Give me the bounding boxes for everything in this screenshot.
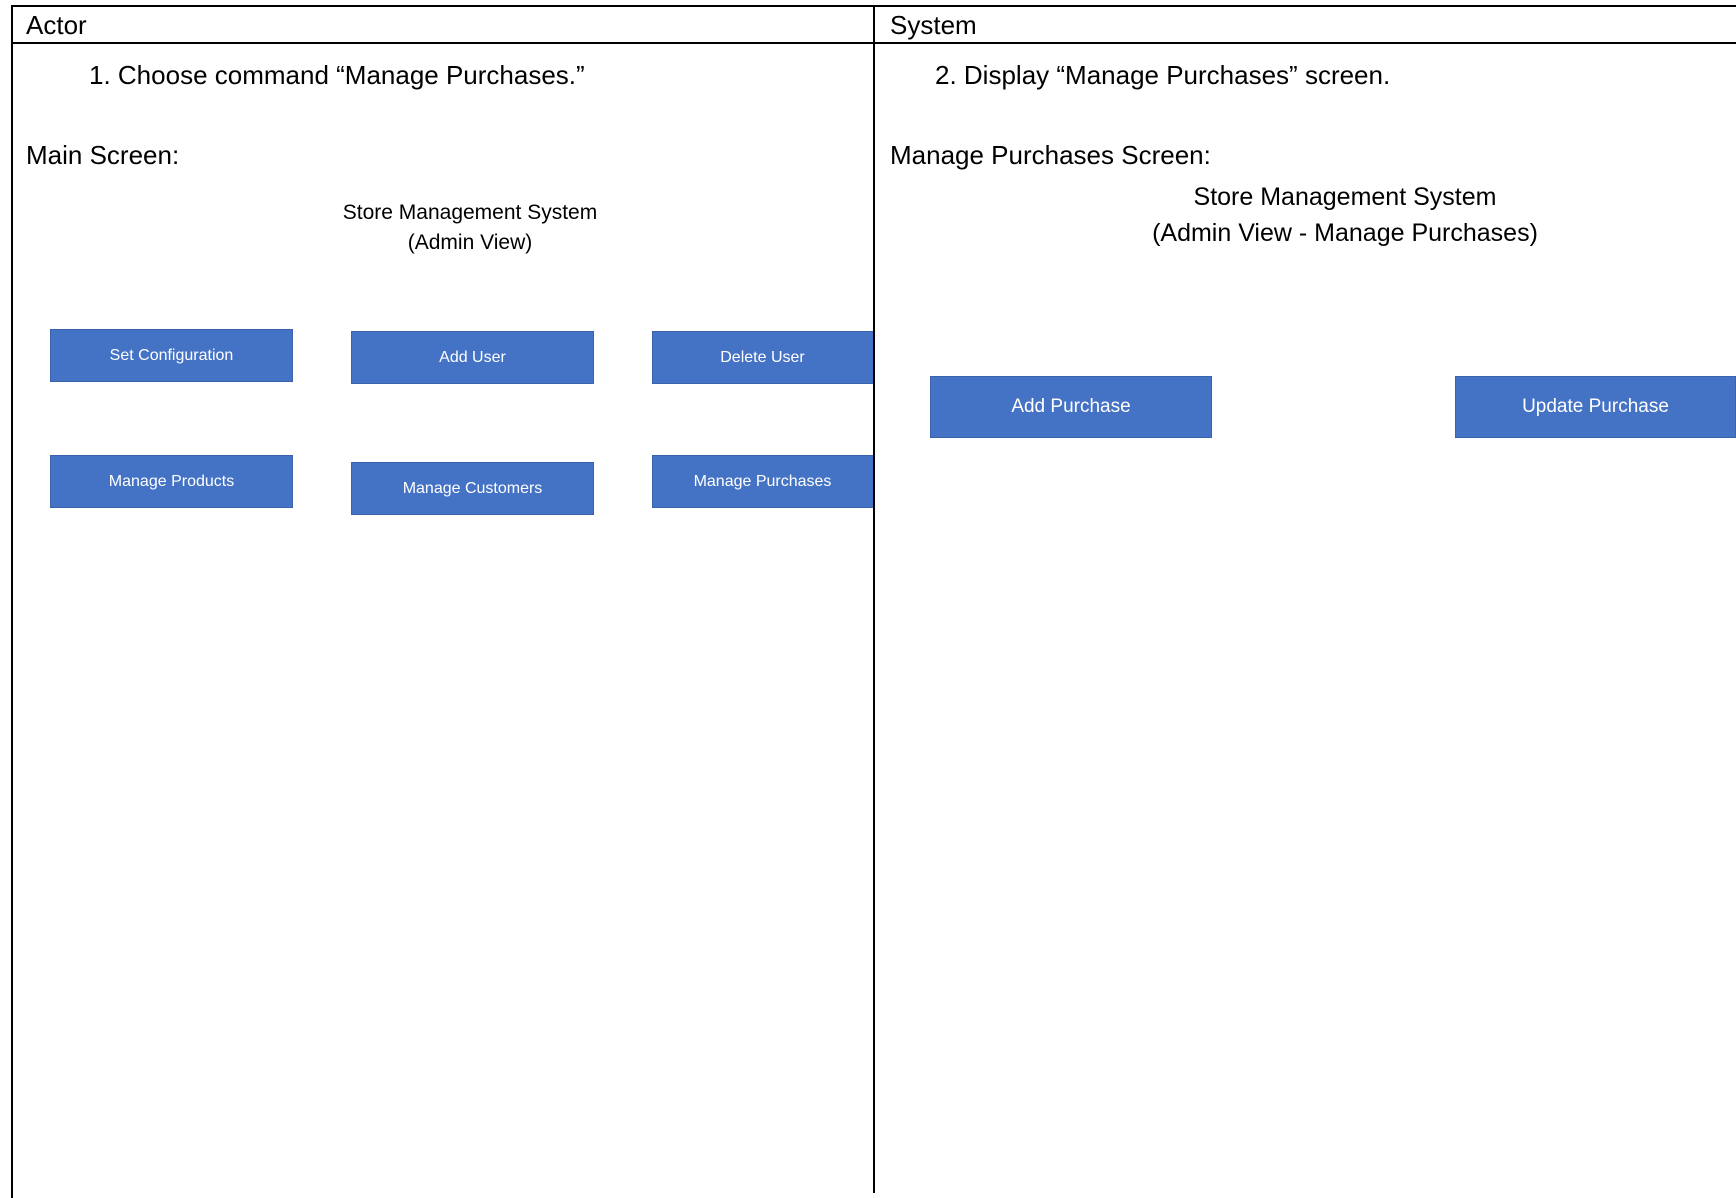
purchases-screen-title: Store Management System (1193, 183, 1497, 211)
update-purchase-button[interactable]: Update Purchase (1455, 376, 1736, 438)
add-purchase-button[interactable]: Add Purchase (930, 376, 1212, 438)
system-step-2: 2. Display “Manage Purchases” screen. (935, 60, 1391, 90)
delete-user-button[interactable]: Delete User (652, 331, 873, 384)
manage-products-button[interactable]: Manage Products (50, 455, 293, 508)
main-screen-title: Store Management System (342, 201, 598, 224)
main-screen-mockup: Store Management System (Admin View) Set… (0, 0, 873, 1193)
set-configuration-button[interactable]: Set Configuration (50, 329, 293, 382)
manage-purchases-button[interactable]: Manage Purchases (652, 455, 873, 508)
add-user-button[interactable]: Add User (351, 331, 594, 384)
column-divider (873, 5, 875, 1193)
main-screen-subtitle: (Admin View) (407, 231, 533, 254)
manage-customers-button[interactable]: Manage Customers (351, 462, 594, 515)
system-column-header: System (890, 10, 977, 40)
purchases-screen-subtitle: (Admin View - Manage Purchases) (1152, 219, 1538, 247)
manage-purchases-screen-label: Manage Purchases Screen: (890, 140, 1211, 170)
